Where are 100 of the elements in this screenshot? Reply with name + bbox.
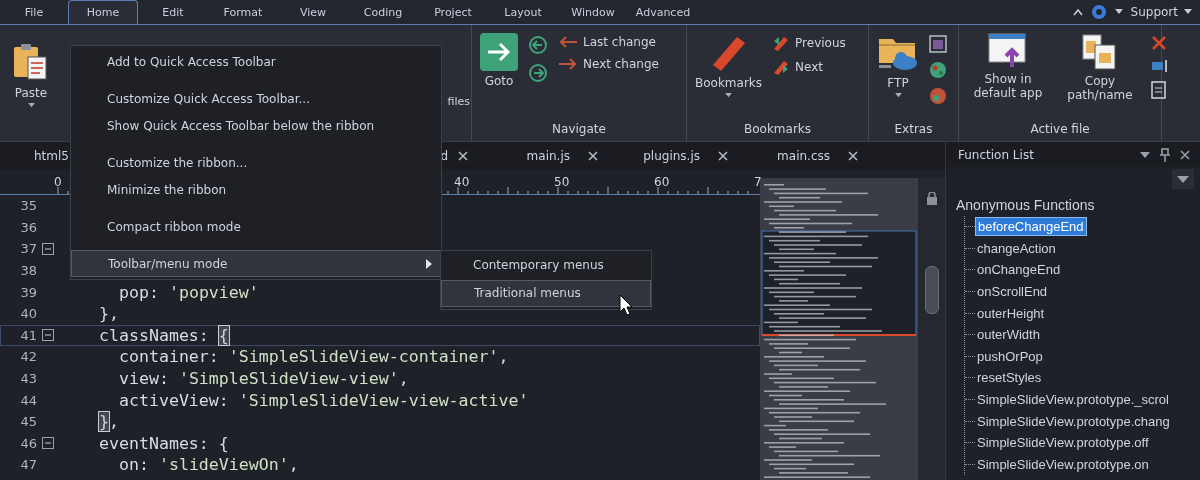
caret-icon[interactable]: [1114, 9, 1123, 15]
group-label: Extras: [893, 121, 934, 138]
ruler-number: 7: [754, 175, 762, 189]
bookmark-arrow-icon: [772, 59, 791, 75]
fold-icon[interactable]: [42, 243, 54, 255]
change-button[interactable]: Last change: [558, 35, 656, 49]
menu-tab[interactable]: Home: [68, 0, 138, 24]
fold-icon[interactable]: [42, 437, 54, 450]
bookmark-nav-button[interactable]: Previous: [772, 35, 846, 51]
close-icon[interactable]: [588, 151, 598, 161]
code-line: view: 'SimpleSlideView-view',: [117, 369, 409, 389]
editor-tab[interactable]: main.css: [740, 142, 870, 170]
paste-button[interactable]: Paste: [0, 25, 62, 126]
tree-group[interactable]: Anonymous Functions: [956, 195, 1200, 216]
menu-tab[interactable]: Advanced: [628, 0, 698, 24]
close-icon[interactable]: [1180, 149, 1190, 160]
back-circle-icon[interactable]: [528, 35, 548, 55]
line-number: 35: [19, 198, 37, 214]
change-button[interactable]: Next change: [558, 57, 659, 71]
code-line: eventNames: {: [97, 433, 229, 453]
globe-icon[interactable]: [929, 87, 947, 105]
window-icon[interactable]: [929, 35, 947, 53]
goto-button[interactable]: Goto: [480, 33, 518, 88]
bookmark-arrow-icon: [772, 35, 791, 51]
minimap[interactable]: [760, 178, 918, 480]
function-item[interactable]: changeAction: [975, 239, 1058, 257]
line-number: 40: [19, 306, 37, 322]
caret-icon: [27, 103, 35, 108]
bookmarks-button[interactable]: Bookmarks: [695, 33, 763, 98]
menu-tab[interactable]: Layout: [488, 0, 558, 24]
menu-item[interactable]: Contemporary menus: [441, 253, 651, 280]
button-label: files: [447, 95, 470, 108]
menu-item[interactable]: Show Quick Access Toolbar below the ribbon: [71, 112, 441, 139]
caret-icon: [725, 93, 732, 98]
scrollbar-thumb[interactable]: [924, 266, 939, 314]
pin-icon[interactable]: [1160, 147, 1170, 162]
code-line: },: [97, 304, 119, 324]
menu-item[interactable]: Toolbar/menu mode: [71, 250, 441, 277]
function-item[interactable]: SimpleSlideView.prototype.chang: [975, 412, 1172, 430]
support-menu[interactable]: Support: [1130, 5, 1178, 19]
menu-item[interactable]: Minimize the ribbon: [71, 176, 441, 203]
line-number: 42: [19, 349, 37, 365]
menu-tab[interactable]: File: [0, 0, 68, 24]
function-item[interactable]: beforeChangeEnd: [975, 217, 1087, 237]
caret-icon[interactable]: [1184, 9, 1192, 15]
menu-tab[interactable]: Coding: [348, 0, 418, 24]
function-item[interactable]: outerWidth: [975, 326, 1042, 344]
close-icon[interactable]: [718, 151, 728, 161]
tab-label: plugins.js: [643, 149, 700, 163]
function-item[interactable]: resetStyles: [975, 369, 1044, 387]
function-item[interactable]: outerHeight: [975, 304, 1047, 322]
tab-label: main.js: [526, 149, 570, 163]
function-item[interactable]: SimpleSlideView.prototype.off: [975, 434, 1151, 452]
function-item[interactable]: onScrollEnd: [975, 283, 1050, 301]
menu-item[interactable]: Customize Quick Access Toolbar...: [71, 85, 441, 112]
show-in-app-button[interactable]: Show in default app: [967, 33, 1049, 100]
arrow-left-icon: [558, 35, 578, 49]
menu-item[interactable]: Traditional menus: [441, 280, 651, 307]
collapse-icon[interactable]: [1072, 8, 1083, 16]
menu-item[interactable]: Compact ribbon mode: [71, 213, 441, 240]
arrow-right-icon: [480, 33, 518, 71]
code-line: classNames: {: [97, 325, 229, 345]
ftp-button[interactable]: FTP: [877, 33, 919, 98]
editor-tab[interactable]: main.js: [480, 142, 610, 170]
code-line: activeView: 'SimpleSlideView-view-active': [117, 390, 529, 410]
forward-circle-icon[interactable]: [528, 63, 548, 83]
ruler-number: 40: [454, 175, 470, 189]
clipboard-icon: [12, 43, 50, 83]
globe-icon[interactable]: [929, 61, 947, 79]
menu-tab[interactable]: View: [278, 0, 348, 24]
menu-tab[interactable]: Edit: [138, 0, 208, 24]
caret-icon: [1177, 175, 1189, 183]
copy-path-button[interactable]: Copy path/name: [1059, 33, 1141, 102]
close-icon[interactable]: [848, 151, 858, 161]
menu-item[interactable]: Customize the ribbon...: [71, 149, 441, 176]
function-item[interactable]: pushOrPop: [975, 347, 1045, 365]
group-label: Bookmarks: [742, 121, 812, 138]
document-icon[interactable]: [1151, 81, 1167, 99]
code-line: container: 'SimpleSlideView-container',: [117, 347, 509, 367]
dropdown-button[interactable]: [1172, 169, 1194, 189]
function-item[interactable]: onChangeEnd: [975, 261, 1063, 279]
bookmark-nav-button[interactable]: Next: [772, 59, 823, 75]
caret-icon[interactable]: [1140, 151, 1150, 158]
scrollbar[interactable]: [918, 178, 945, 480]
help-icon[interactable]: [1090, 4, 1107, 20]
pin-panel-icon[interactable]: [1151, 59, 1169, 73]
submenu-arrow-icon: [426, 258, 432, 269]
function-item[interactable]: SimpleSlideView.prototype._scrol: [975, 391, 1171, 409]
fold-icon[interactable]: [42, 329, 54, 342]
menu-tab[interactable]: Format: [208, 0, 278, 24]
menu-item[interactable]: Add to Quick Access Toolbar: [71, 48, 441, 75]
line-number: 36: [19, 219, 37, 235]
menu-tab[interactable]: Project: [418, 0, 488, 24]
menu-tab[interactable]: Window: [558, 0, 628, 24]
function-item[interactable]: SimpleSlideView.prototype.on: [975, 455, 1151, 473]
lock-icon[interactable]: [925, 192, 938, 206]
editor-tab[interactable]: plugins.js: [610, 142, 740, 170]
group-label: Navigate: [551, 121, 607, 138]
line-number: 44: [19, 392, 37, 408]
close-icon[interactable]: [458, 151, 468, 161]
